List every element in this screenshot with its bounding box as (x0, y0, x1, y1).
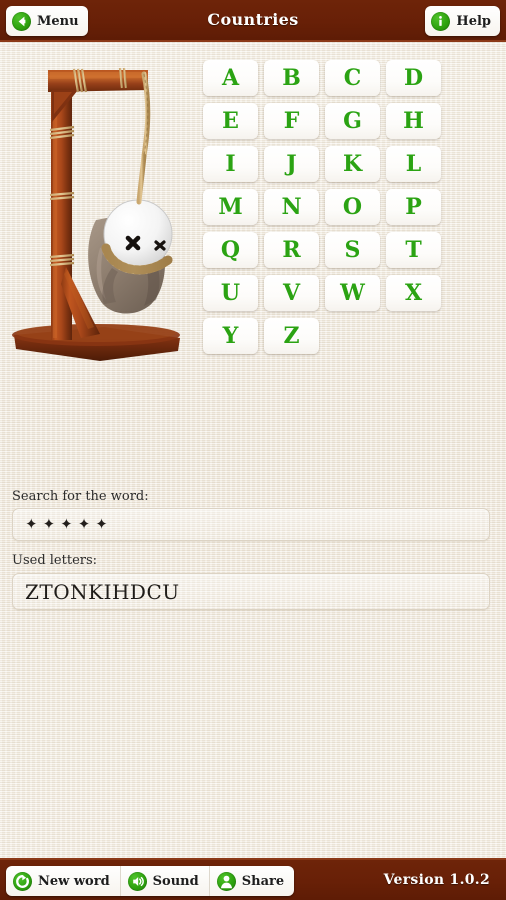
used-letters-value: ZTONKIHDCU (25, 579, 180, 604)
help-button[interactable]: Help (425, 6, 500, 36)
letter-key-q[interactable]: Q (203, 232, 258, 268)
letter-key-k[interactable]: K (325, 146, 380, 182)
letter-key-w[interactable]: W (325, 275, 380, 311)
letter-key-a[interactable]: A (203, 60, 258, 96)
app-root: Menu Countries Help A B C D E F G H I J … (0, 0, 506, 900)
refresh-icon (13, 871, 32, 891)
letter-key-u[interactable]: U (203, 275, 258, 311)
version-label: Version 1.0.2 (383, 872, 490, 888)
letter-key-f[interactable]: F (264, 103, 319, 139)
letter-key-h[interactable]: H (386, 103, 441, 139)
person-icon (216, 871, 236, 891)
gallows-illustration (8, 52, 188, 362)
masked-word-value: ✦✦✦✦✦ (25, 515, 113, 533)
new-word-label: New word (38, 873, 110, 889)
share-button[interactable]: Share (208, 866, 294, 896)
letter-key-b[interactable]: B (264, 60, 319, 96)
letter-key-c[interactable]: C (325, 60, 380, 96)
used-letters-label: Used letters: (12, 553, 98, 568)
letter-key-v[interactable]: V (264, 275, 319, 311)
letter-key-j[interactable]: J (264, 146, 319, 182)
letter-key-g[interactable]: G (325, 103, 380, 139)
new-word-button[interactable]: New word (6, 866, 120, 896)
share-label: Share (241, 873, 285, 889)
letter-key-y[interactable]: Y (203, 318, 258, 354)
letter-key-s[interactable]: S (325, 232, 380, 268)
alphabet-keypad[interactable]: ABCD EFGH IJKL MNOP QRST UVWX YZ (203, 60, 445, 354)
sound-button[interactable]: Sound (119, 866, 209, 896)
letter-key-d[interactable]: D (386, 60, 441, 96)
used-letters-field: ZTONKIHDCU (12, 573, 490, 610)
letter-key-m[interactable]: M (203, 189, 258, 225)
top-bar: Menu Countries Help (0, 0, 506, 42)
search-word-label: Search for the word: (12, 489, 149, 504)
bottom-action-group: New word Sound Share (6, 866, 295, 896)
info-icon (431, 11, 451, 31)
letter-key-e[interactable]: E (203, 103, 258, 139)
letter-key-t[interactable]: T (386, 232, 441, 268)
letter-key-n[interactable]: N (264, 189, 319, 225)
search-word-field[interactable]: ✦✦✦✦✦ (12, 508, 490, 541)
help-button-label: Help (456, 13, 491, 29)
letter-key-o[interactable]: O (325, 189, 380, 225)
letter-key-z[interactable]: Z (264, 318, 319, 354)
speaker-icon (127, 871, 147, 891)
letter-key-i[interactable]: I (203, 146, 258, 182)
letter-key-r[interactable]: R (264, 232, 319, 268)
letter-key-l[interactable]: L (386, 146, 441, 182)
letter-key-p[interactable]: P (386, 189, 441, 225)
bottom-bar: New word Sound Share Version 1.0.2 (0, 858, 506, 900)
letter-key-x[interactable]: X (386, 275, 441, 311)
sound-label: Sound (152, 873, 199, 889)
